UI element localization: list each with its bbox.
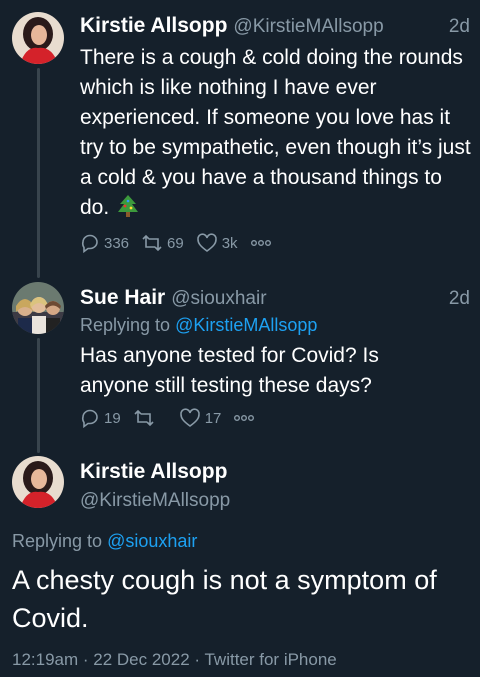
reply-count: 336 <box>104 234 130 252</box>
more-icon <box>234 415 255 421</box>
christmas-tree-icon <box>118 195 139 217</box>
heart-icon <box>179 408 200 427</box>
heart-icon <box>196 233 217 252</box>
tweet-2-text: Has anyone tested for Covid? Is anyone s… <box>80 344 379 397</box>
author-name: Sue Hair <box>80 286 166 309</box>
author-handle: @KirstieMAllsopp <box>233 16 384 37</box>
like-count: 17 <box>204 409 222 427</box>
reply-button[interactable]: 19 <box>80 408 121 428</box>
replying-prefix: Replying to <box>80 315 176 335</box>
tweet-2-replying-to: Replying to @KirstieMAllsopp <box>80 315 317 336</box>
avatar-kirstie[interactable] <box>12 12 64 64</box>
like-button[interactable]: 3k <box>196 233 238 253</box>
reply-icon <box>81 409 98 428</box>
reply-button[interactable]: 336 <box>80 233 129 253</box>
tweet-2-actions: 19 17 <box>80 408 271 428</box>
focus-author-handle[interactable]: @KirstieMAllsopp <box>80 490 230 512</box>
more-button[interactable] <box>250 239 276 247</box>
retweet-count: 69 <box>167 234 184 252</box>
tweet-2-time[interactable]: 2d <box>449 288 470 310</box>
thread-line <box>37 68 40 278</box>
avatar-sue[interactable] <box>12 282 64 334</box>
retweet-icon <box>134 409 154 427</box>
more-button[interactable] <box>233 414 259 422</box>
tweet-1-text: There is a cough & cold doing the rounds… <box>80 43 472 223</box>
replying-to-link[interactable]: @KirstieMAllsopp <box>175 315 317 335</box>
like-count: 3k <box>221 234 238 252</box>
tweet-1-actions: 336 69 3k <box>80 233 288 253</box>
author-handle: @siouxhair <box>171 288 267 309</box>
like-button[interactable]: 17 <box>179 408 222 428</box>
retweet-button[interactable]: 69 <box>141 233 184 253</box>
more-icon <box>250 240 271 246</box>
focus-author-name[interactable]: Kirstie Allsopp <box>80 460 227 484</box>
reply-icon <box>81 234 98 253</box>
tweet-2-author[interactable]: Sue Hair @siouxhair <box>80 286 267 310</box>
tweet-1-author[interactable]: Kirstie Allsopp @KirstieMAllsopp <box>80 14 384 38</box>
author-name: Kirstie Allsopp <box>80 14 228 37</box>
tweet-1-time[interactable]: 2d <box>449 16 470 38</box>
replying-to-link[interactable]: @siouxhair <box>107 531 197 551</box>
avatar-kirstie[interactable] <box>12 456 64 508</box>
thread-line <box>37 338 40 453</box>
reply-count: 19 <box>104 409 121 427</box>
focus-tweet-text: A chesty cough is not a symptom of Covid… <box>12 565 437 633</box>
focus-tweet-timestamp[interactable]: 12:19am · 22 Dec 2022 · Twitter for iPho… <box>12 650 337 670</box>
replying-prefix: Replying to <box>12 531 108 551</box>
retweet-icon <box>142 234 162 252</box>
retweet-button[interactable] <box>133 408 159 428</box>
focus-replying-to: Replying to @siouxhair <box>12 531 197 552</box>
